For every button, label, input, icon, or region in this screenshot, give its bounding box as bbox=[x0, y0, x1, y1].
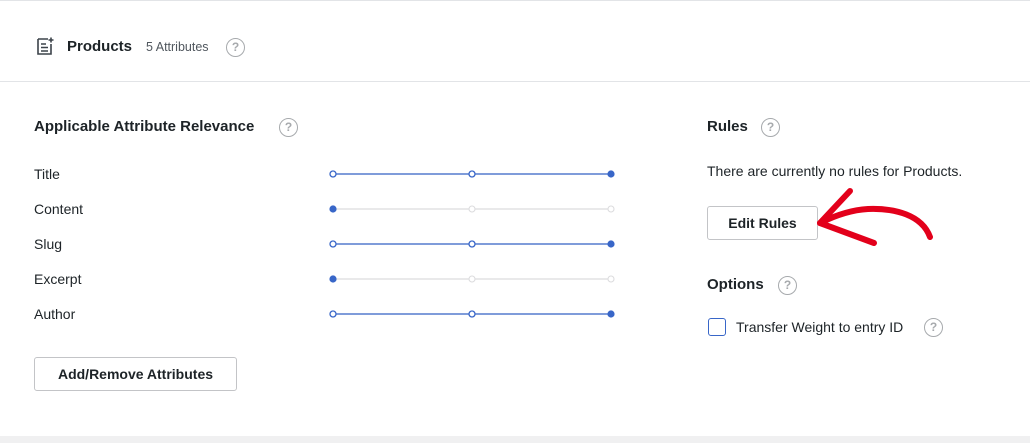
relevance-help-icon[interactable]: ? bbox=[279, 118, 298, 137]
relevance-slider-excerpt[interactable] bbox=[329, 274, 615, 284]
rules-title: Rules bbox=[707, 118, 748, 135]
help-icon[interactable]: ? bbox=[226, 38, 245, 57]
slider-handle bbox=[329, 275, 337, 283]
attribute-label-slug: Slug bbox=[34, 236, 63, 252]
page-title: Products bbox=[67, 38, 133, 55]
transfer-weight-checkbox[interactable] bbox=[708, 318, 726, 336]
attribute-label-content: Content bbox=[34, 201, 84, 217]
rules-empty-text: There are currently no rules for Product… bbox=[707, 163, 963, 179]
attribute-label-title: Title bbox=[34, 166, 60, 182]
slider-step bbox=[468, 205, 476, 213]
transfer-weight-help-icon[interactable]: ? bbox=[924, 318, 943, 337]
slider-step bbox=[329, 310, 337, 318]
slider-handle bbox=[329, 205, 337, 213]
relevance-title: Applicable Attribute Relevance bbox=[34, 118, 255, 135]
slider-step bbox=[468, 240, 476, 248]
attribute-label-excerpt: Excerpt bbox=[34, 271, 82, 287]
add-remove-attributes-button[interactable]: Add/Remove Attributes bbox=[34, 357, 237, 391]
document-plus-icon bbox=[37, 37, 54, 55]
slider-handle bbox=[607, 170, 615, 178]
edit-rules-button[interactable]: Edit Rules bbox=[707, 206, 818, 240]
panel-header: Products 5 Attributes ? bbox=[0, 11, 1030, 82]
slider-step bbox=[329, 170, 337, 178]
attribute-label-author: Author bbox=[34, 306, 76, 322]
relevance-slider-title[interactable] bbox=[329, 169, 615, 179]
slider-step bbox=[468, 275, 476, 283]
options-help-icon[interactable]: ? bbox=[778, 276, 797, 295]
slider-step bbox=[607, 275, 615, 283]
products-engine-panel: Products 5 Attributes ? Applicable Attri… bbox=[0, 0, 1030, 436]
slider-step bbox=[468, 310, 476, 318]
slider-handle bbox=[607, 240, 615, 248]
relevance-slider-slug[interactable] bbox=[329, 239, 615, 249]
relevance-slider-author[interactable] bbox=[329, 309, 615, 319]
transfer-weight-label[interactable]: Transfer Weight to entry ID bbox=[736, 319, 903, 335]
rules-help-icon[interactable]: ? bbox=[761, 118, 780, 137]
slider-step bbox=[329, 240, 337, 248]
slider-handle bbox=[607, 310, 615, 318]
slider-step bbox=[607, 205, 615, 213]
slider-step bbox=[468, 170, 476, 178]
annotation-arrow-icon bbox=[817, 188, 933, 246]
relevance-slider-content[interactable] bbox=[329, 204, 615, 214]
options-title: Options bbox=[707, 276, 764, 293]
attribute-count: 5 Attributes bbox=[146, 40, 209, 54]
